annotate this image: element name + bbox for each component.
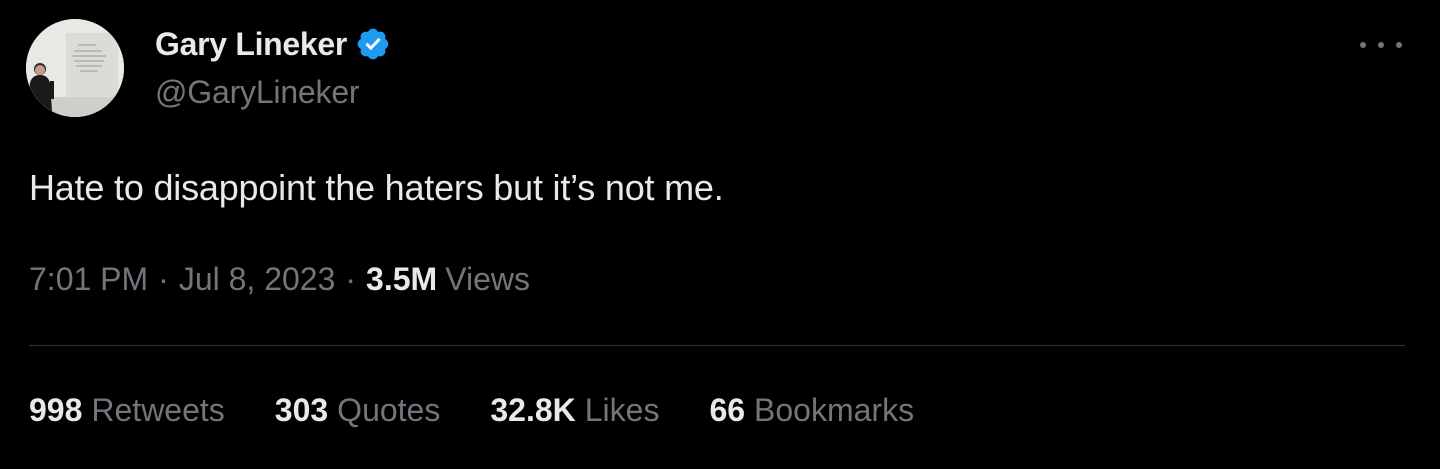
tweet-meta: 7:01 PM · Jul 8, 2023 · 3.5M Views	[29, 261, 530, 298]
likes-label: Likes	[584, 392, 660, 428]
divider	[29, 345, 1405, 346]
retweets-stat[interactable]: 998 Retweets	[29, 392, 225, 429]
author-name-row: Gary Lineker	[155, 22, 391, 66]
retweets-label: Retweets	[91, 392, 225, 428]
views-count: 3.5M	[366, 261, 438, 297]
likes-count: 32.8K	[490, 392, 576, 428]
avatar[interactable]	[26, 19, 124, 117]
views-label: Views	[445, 261, 530, 297]
bookmarks-label: Bookmarks	[754, 392, 915, 428]
quotes-label: Quotes	[337, 392, 441, 428]
meta-separator: ·	[158, 261, 169, 297]
retweets-count: 998	[29, 392, 83, 428]
tweet-time[interactable]: 7:01 PM	[29, 261, 148, 298]
more-horizontal-icon[interactable]	[1360, 30, 1402, 60]
more-dot	[1378, 42, 1384, 48]
meta-separator: ·	[345, 261, 357, 297]
more-dot	[1360, 42, 1366, 48]
bookmarks-count: 66	[709, 392, 746, 428]
verified-badge-icon[interactable]	[355, 26, 391, 62]
likes-stat[interactable]: 32.8K Likes	[490, 392, 659, 429]
engagement-stats: 998 Retweets 303 Quotes 32.8K Likes 66 Bookm…	[29, 392, 964, 429]
more-dot	[1396, 42, 1402, 48]
author-display-name[interactable]: Gary Lineker	[155, 26, 347, 63]
author-handle[interactable]: @GaryLineker	[155, 74, 391, 111]
avatar-image	[26, 19, 124, 117]
tweet-text: Hate to disappoint the haters but it’s n…	[29, 167, 724, 208]
quotes-count: 303	[274, 392, 329, 428]
quotes-stat[interactable]: 303 Quotes	[275, 392, 441, 429]
author-block: Gary Lineker @GaryLineker	[155, 22, 391, 111]
bookmarks-stat[interactable]: 66 Bookmarks	[709, 392, 914, 429]
tweet-date[interactable]: Jul 8, 2023	[179, 261, 336, 298]
tweet-card: Gary Lineker @GaryLineker Hate to disapp…	[0, 0, 1440, 469]
